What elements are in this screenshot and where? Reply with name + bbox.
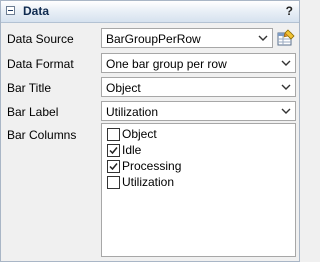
data-panel: Data ? Data Source BarGroupPerRow Data F…	[0, 0, 300, 262]
panel-header[interactable]: Data ?	[1, 1, 299, 23]
panel-title: Data	[23, 4, 50, 18]
bar-label-value: Utilization	[106, 105, 159, 119]
data-format-label: Data Format	[7, 57, 74, 71]
edit-table-icon[interactable]	[277, 29, 295, 47]
data-source-label: Data Source	[7, 32, 74, 46]
bar-column-item-label: Idle	[122, 143, 142, 157]
checkmark-icon	[109, 163, 118, 171]
help-button[interactable]: ?	[286, 4, 293, 18]
bar-title-value: Object	[106, 81, 141, 95]
data-format-dropdown[interactable]: One bar group per row	[101, 53, 296, 73]
bar-column-item-label: Processing	[122, 159, 182, 173]
bar-column-item-label: Object	[122, 127, 157, 141]
bar-label-label: Bar Label	[7, 105, 59, 119]
bar-columns-label: Bar Columns	[7, 128, 77, 142]
data-source-dropdown[interactable]: BarGroupPerRow	[101, 28, 273, 48]
chevron-down-icon	[281, 84, 291, 90]
data-format-value: One bar group per row	[106, 57, 227, 71]
checkbox[interactable]	[107, 160, 120, 173]
collapse-icon[interactable]	[6, 6, 15, 15]
bar-column-item-label: Utilization	[122, 175, 175, 189]
checkmark-icon	[109, 147, 118, 155]
chevron-down-icon	[281, 108, 291, 114]
bar-title-dropdown[interactable]: Object	[101, 77, 296, 97]
bar-title-label: Bar Title	[7, 81, 52, 95]
bar-label-dropdown[interactable]: Utilization	[101, 101, 296, 121]
chevron-down-icon	[258, 35, 268, 41]
checkbox[interactable]	[107, 176, 120, 189]
data-source-value: BarGroupPerRow	[106, 32, 201, 46]
chevron-down-icon	[281, 60, 291, 66]
checkbox[interactable]	[107, 144, 120, 157]
bar-columns-list[interactable]: Object Idle Processing Utilization	[101, 123, 296, 257]
checkbox[interactable]	[107, 128, 120, 141]
